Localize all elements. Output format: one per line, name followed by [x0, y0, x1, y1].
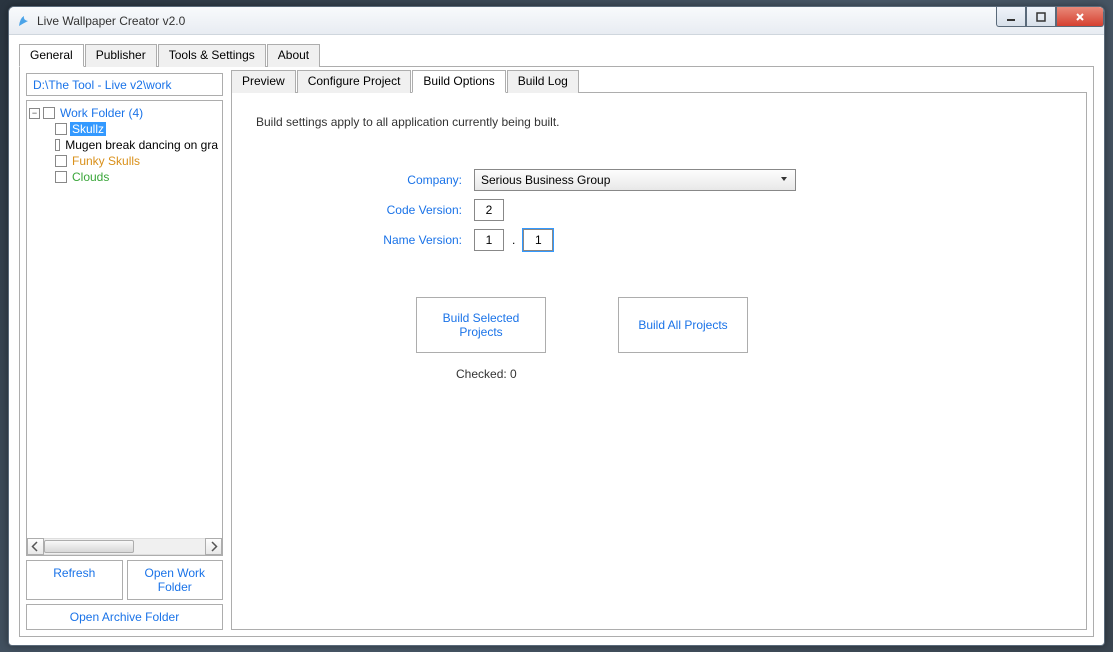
tree-item-label[interactable]: Mugen break dancing on gra	[63, 138, 220, 152]
subtab-configure[interactable]: Configure Project	[297, 70, 412, 93]
scroll-left-icon[interactable]	[27, 538, 44, 555]
checked-count: Checked: 0	[456, 367, 1062, 381]
code-version-input[interactable]	[474, 199, 504, 221]
tree-item-skullz[interactable]: Skullz	[43, 121, 220, 137]
main-tabs: General Publisher Tools & Settings About	[19, 43, 1094, 67]
build-all-button[interactable]: Build All Projects	[618, 297, 748, 353]
refresh-button[interactable]: Refresh	[26, 560, 123, 600]
maximize-button[interactable]	[1026, 7, 1056, 27]
company-select[interactable]: Serious Business Group	[474, 169, 796, 191]
scroll-track[interactable]	[44, 538, 205, 555]
checkbox[interactable]	[55, 123, 67, 135]
build-description: Build settings apply to all application …	[256, 115, 1062, 129]
name-version-label: Name Version:	[326, 233, 474, 247]
tab-tools-settings[interactable]: Tools & Settings	[158, 44, 266, 67]
checkbox[interactable]	[43, 107, 55, 119]
tree-item-label[interactable]: Funky Skulls	[70, 154, 142, 168]
sidebar: D:\The Tool - Live v2\work − Work Folder…	[26, 73, 223, 630]
company-value: Serious Business Group	[481, 173, 610, 187]
tab-about[interactable]: About	[267, 44, 320, 67]
scroll-right-icon[interactable]	[205, 538, 222, 555]
collapse-icon[interactable]: −	[29, 108, 40, 119]
build-selected-button[interactable]: Build Selected Projects	[416, 297, 546, 353]
project-tree[interactable]: − Work Folder (4) Skullz Mugen bre	[26, 100, 223, 556]
checkbox[interactable]	[55, 155, 67, 167]
sub-tabs: Preview Configure Project Build Options …	[231, 69, 1087, 93]
subtab-build-log[interactable]: Build Log	[507, 70, 579, 93]
subtab-build-options[interactable]: Build Options	[412, 70, 505, 93]
company-label: Company:	[326, 173, 474, 187]
name-version-minor-input[interactable]	[523, 229, 553, 251]
tree-item-mugen[interactable]: Mugen break dancing on gra	[43, 137, 220, 153]
subtab-preview[interactable]: Preview	[231, 70, 296, 93]
tree-item-label[interactable]: Clouds	[70, 170, 111, 184]
scroll-thumb[interactable]	[44, 540, 134, 553]
tree-root[interactable]: − Work Folder (4)	[29, 105, 220, 121]
tree-item-funky-skulls[interactable]: Funky Skulls	[43, 153, 220, 169]
version-separator: .	[512, 233, 515, 247]
code-version-label: Code Version:	[326, 203, 474, 217]
app-window: Live Wallpaper Creator v2.0 General Publ…	[8, 6, 1105, 646]
main-area: Preview Configure Project Build Options …	[231, 73, 1087, 630]
open-work-folder-button[interactable]: Open Work Folder	[127, 560, 224, 600]
tab-publisher[interactable]: Publisher	[85, 44, 157, 67]
window-title: Live Wallpaper Creator v2.0	[37, 14, 185, 28]
minimize-button[interactable]	[996, 7, 1026, 27]
name-version-major-input[interactable]	[474, 229, 504, 251]
tree-scrollbar[interactable]	[27, 538, 222, 555]
close-button[interactable]	[1056, 7, 1104, 27]
tree-root-label[interactable]: Work Folder (4)	[58, 106, 145, 120]
titlebar[interactable]: Live Wallpaper Creator v2.0	[9, 7, 1104, 35]
app-icon	[17, 14, 31, 28]
checkbox[interactable]	[55, 139, 60, 151]
tree-item-label[interactable]: Skullz	[70, 122, 106, 136]
tab-general[interactable]: General	[19, 44, 84, 67]
checkbox[interactable]	[55, 171, 67, 183]
chevron-down-icon	[779, 173, 789, 187]
work-path: D:\The Tool - Live v2\work	[26, 73, 223, 96]
open-archive-folder-button[interactable]: Open Archive Folder	[26, 604, 223, 630]
tree-item-clouds[interactable]: Clouds	[43, 169, 220, 185]
